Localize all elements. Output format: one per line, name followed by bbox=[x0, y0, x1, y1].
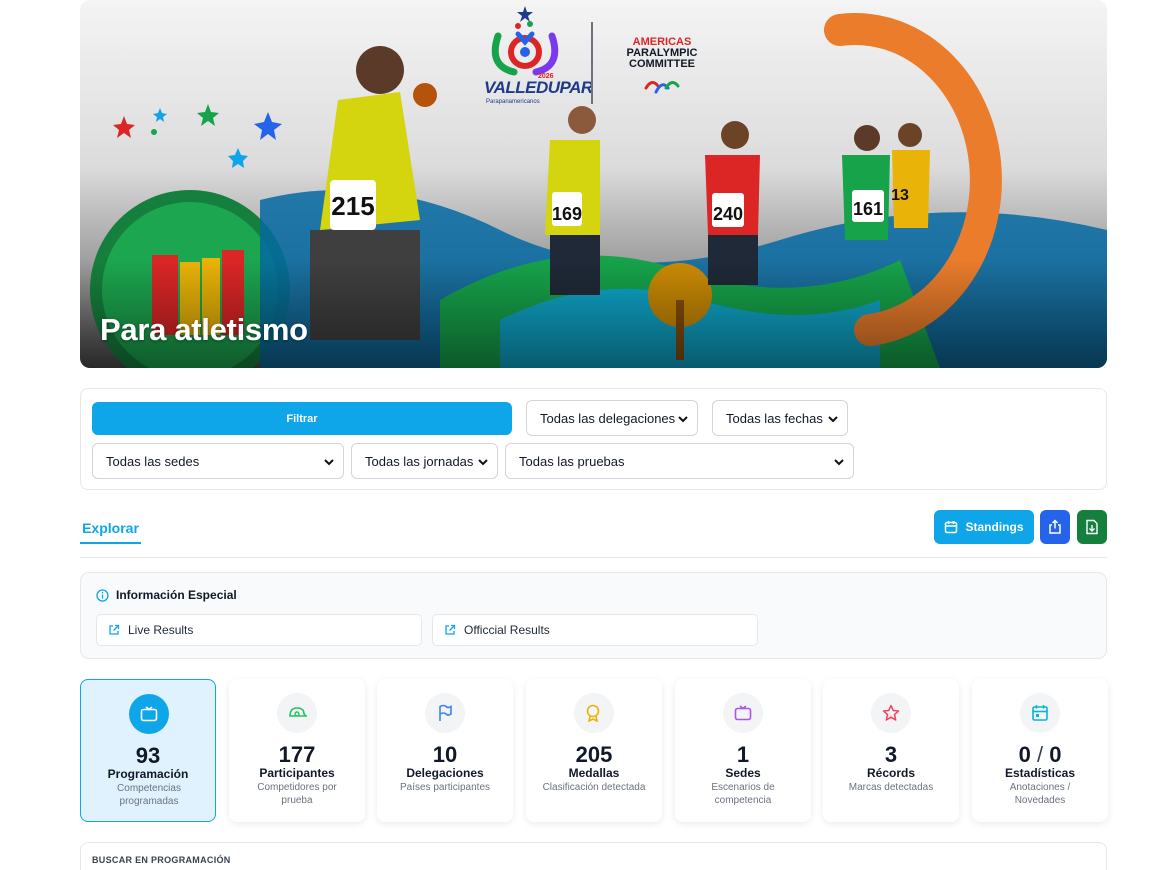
session-select-value: Todas las jornadas bbox=[365, 453, 474, 469]
share-icon bbox=[1049, 519, 1061, 534]
stat-card-sedes[interactable]: 1 Sedes Escenarios de competencia bbox=[675, 679, 811, 822]
standings-button[interactable]: Standings bbox=[934, 510, 1034, 544]
stat-label: Participantes bbox=[259, 766, 335, 780]
stat-value: 177 bbox=[278, 742, 316, 767]
stat-label: Medallas bbox=[568, 766, 620, 780]
venue-icon bbox=[723, 693, 763, 733]
stat-card-medallas[interactable]: 205 Medallas Clasificación detectada bbox=[526, 679, 662, 822]
special-info-header: Información Especial bbox=[96, 588, 237, 602]
stat-sublabel: Competencias programadas bbox=[117, 783, 181, 807]
page: 215 169 240 161 13 2026 VALLEDUPAR Parap… bbox=[0, 0, 1157, 870]
athlete-bib: 13 bbox=[891, 187, 909, 204]
external-link-icon bbox=[109, 624, 120, 635]
event-select-value: Todas las pruebas bbox=[519, 453, 625, 469]
chevron-down-icon bbox=[478, 459, 488, 466]
chevron-down-icon bbox=[678, 416, 688, 423]
stat-sublabel: Competidores por prueba bbox=[257, 782, 337, 806]
stat-card-delegaciones[interactable]: 10 Delegaciones Países participantes bbox=[377, 679, 513, 822]
athlete-bib: 240 bbox=[713, 204, 743, 224]
export-button[interactable] bbox=[1077, 510, 1107, 544]
stat-card-estadisticas[interactable]: 0 / 0 Estadísticas Anotaciones / Novedad… bbox=[972, 679, 1108, 822]
stat-label: Delegaciones bbox=[406, 766, 484, 780]
standings-label: Standings bbox=[965, 520, 1024, 534]
stat-sublabel: Países participantes bbox=[399, 782, 491, 793]
athlete-bib: 169 bbox=[552, 204, 582, 224]
live-results-link[interactable]: Live Results bbox=[96, 614, 422, 646]
date-select-value: Todas las fechas bbox=[726, 410, 823, 426]
filter-panel: Filtrar Todas las delegaciones Todas las… bbox=[80, 388, 1107, 490]
agitos-icon bbox=[644, 81, 680, 94]
file-download-icon bbox=[1086, 519, 1098, 535]
delegation-select[interactable]: Todas las delegaciones bbox=[526, 400, 698, 436]
tab-explorar[interactable]: Explorar bbox=[80, 511, 141, 544]
venue-select[interactable]: Todas las sedes bbox=[92, 443, 344, 479]
chevron-down-icon bbox=[324, 459, 334, 466]
search-label: BUSCAR EN PROGRAMACIÓN bbox=[92, 855, 231, 865]
medal-icon bbox=[574, 693, 614, 733]
stat-value: 1 bbox=[736, 742, 750, 767]
athlete-bib: 215 bbox=[331, 191, 374, 221]
special-info-title: Información Especial bbox=[116, 588, 237, 602]
stat-value: 3 bbox=[884, 742, 898, 767]
filter-button[interactable]: Filtrar bbox=[92, 402, 512, 435]
date-select[interactable]: Todas las fechas bbox=[712, 400, 848, 436]
logo-subtitle: Parapanamericanos bbox=[486, 99, 540, 105]
live-results-label: Live Results bbox=[128, 623, 194, 637]
helmet-icon bbox=[277, 693, 317, 733]
chevron-down-icon bbox=[828, 416, 838, 423]
delegation-select-value: Todas las delegaciones bbox=[540, 410, 676, 426]
valledupar-logo: 2026 VALLEDUPAR Parapanamericanos bbox=[484, 6, 593, 106]
tv-icon bbox=[129, 694, 169, 734]
session-select[interactable]: Todas las jornadas bbox=[351, 443, 498, 479]
official-results-label: Officcial Results bbox=[464, 623, 550, 637]
info-icon bbox=[96, 588, 109, 602]
stat-value: 10 bbox=[432, 742, 458, 767]
stat-label: Sedes bbox=[725, 766, 761, 780]
star-icon bbox=[871, 693, 911, 733]
stat-sublabel: Clasificación detectada bbox=[542, 782, 646, 793]
event-select[interactable]: Todas las pruebas bbox=[505, 443, 854, 479]
calendar-icon bbox=[945, 521, 958, 534]
calendar-icon bbox=[1020, 693, 1060, 733]
stat-value: 0 / 0 bbox=[972, 742, 1108, 768]
hero-banner: 215 169 240 161 13 2026 VALLEDUPAR Parap… bbox=[80, 0, 1107, 368]
external-link-icon bbox=[445, 624, 456, 635]
tabs-divider bbox=[80, 557, 1107, 558]
stat-sublabel: Escenarios de competencia bbox=[711, 782, 775, 806]
stat-sublabel: Marcas detectadas bbox=[848, 782, 934, 793]
stat-card-participantes[interactable]: 177 Participantes Competidores por prueb… bbox=[229, 679, 365, 822]
athlete-runner-3: 161 bbox=[842, 125, 890, 240]
stat-value-b: 0 bbox=[1049, 742, 1062, 767]
venue-select-value: Todas las sedes bbox=[106, 453, 200, 469]
special-info-panel: Información Especial Live Results Officc… bbox=[80, 572, 1107, 659]
stat-card-programacion[interactable]: 93 Programación Competencias programadas bbox=[80, 679, 216, 822]
logo-wordmark: VALLEDUPAR bbox=[484, 78, 593, 97]
search-panel: BUSCAR EN PROGRAMACIÓN bbox=[80, 842, 1107, 870]
athlete-runner-4: 13 bbox=[891, 123, 930, 228]
athlete-bib: 161 bbox=[853, 199, 883, 219]
stat-value: 205 bbox=[575, 742, 613, 767]
apc-line-3: COMMITTEE bbox=[629, 58, 695, 70]
stat-sublabel: Anotaciones / Novedades bbox=[1009, 782, 1071, 806]
stat-card-records[interactable]: 3 Récords Marcas detectadas bbox=[823, 679, 959, 822]
stat-value-separator: / bbox=[1036, 742, 1044, 767]
stat-label: Programación bbox=[107, 767, 189, 781]
chevron-down-icon bbox=[834, 459, 844, 466]
official-results-link[interactable]: Officcial Results bbox=[432, 614, 758, 646]
valledupar-emblem-icon bbox=[491, 6, 559, 76]
stat-value: 93 bbox=[135, 743, 161, 768]
stat-value-a: 0 bbox=[1018, 742, 1031, 767]
americas-paralympic-committee-logo: AMERICAS PARALYMPIC COMMITTEE bbox=[616, 37, 708, 101]
logo-divider bbox=[591, 22, 593, 104]
stat-label: Estadísticas bbox=[1004, 766, 1076, 780]
flag-icon bbox=[425, 693, 465, 733]
page-title: Para atletismo bbox=[100, 312, 308, 347]
share-button[interactable] bbox=[1040, 510, 1070, 544]
stat-label: Récords bbox=[866, 766, 916, 780]
